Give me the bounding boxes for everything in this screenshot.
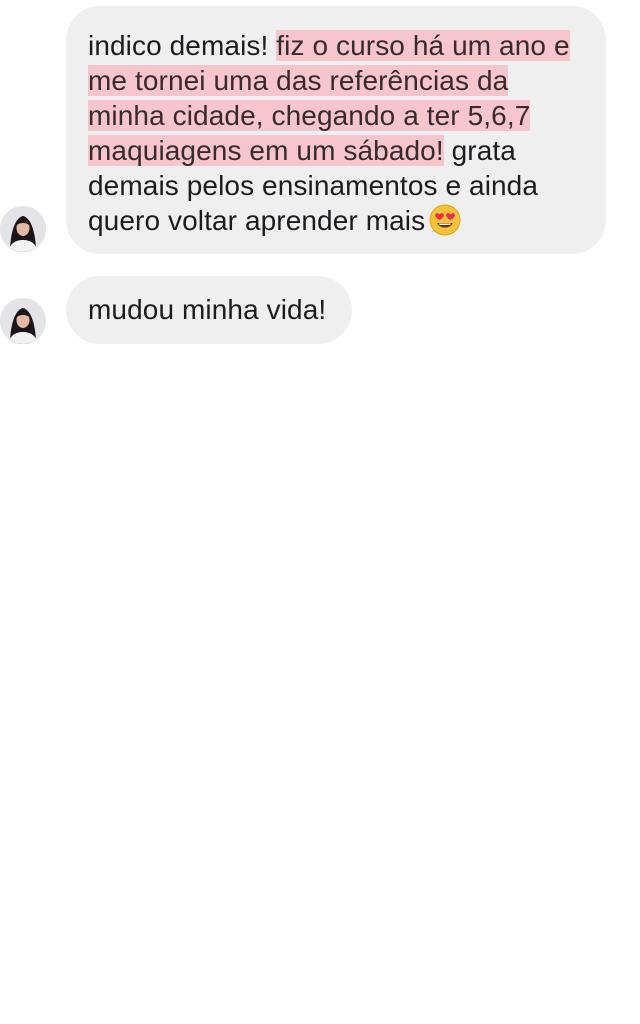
avatar-icon (0, 298, 46, 344)
sender-avatar[interactable] (0, 298, 46, 344)
heart-eyes-emoji-icon (429, 204, 461, 236)
chat-thread: indico demais! fiz o curso há um ano e m… (0, 0, 640, 1024)
message-text: indico demais! (88, 30, 269, 61)
message-text: mudou minha vida! (88, 294, 327, 325)
avatar-icon (0, 206, 46, 252)
message-bubble[interactable]: mudou minha vida! (66, 276, 352, 344)
sender-avatar[interactable] (0, 206, 46, 252)
message-bubble[interactable]: indico demais! fiz o curso há um ano e m… (66, 6, 606, 254)
